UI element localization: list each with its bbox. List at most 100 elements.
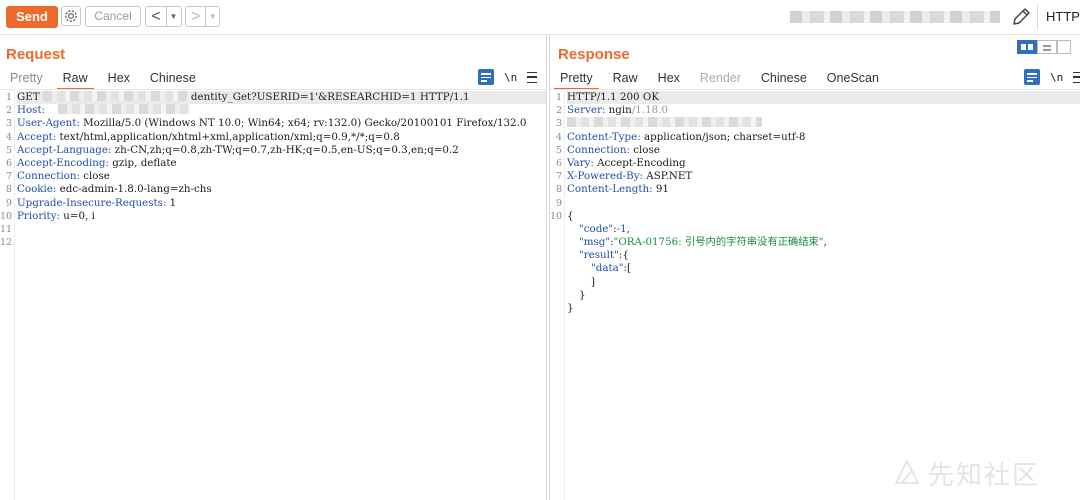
header-value: ASP.NET xyxy=(646,170,693,183)
header-value: Accept-Encoding xyxy=(597,156,686,169)
back-history-dropdown[interactable]: ▼ xyxy=(166,7,180,26)
header-line: Content-Type: application/json; charset=… xyxy=(567,131,1080,144)
line-number: 6 xyxy=(5,157,12,169)
forward-arrow-button[interactable]: > xyxy=(186,8,205,26)
line-number: 5 xyxy=(555,144,562,156)
response-editor[interactable]: 1 2 3 4 5 6 7 8 9 10 HTTP/1.1 200 OK Ser… xyxy=(550,91,1080,500)
header-value: zh-CN,zh;q=0.8,zh-TW;q=0.7,zh-HK;q=0.5,e… xyxy=(114,143,459,156)
json-string: "ORA-01756: 引号内的字符串没有正确结束" xyxy=(613,236,824,249)
show-newlines-toggle[interactable]: \n xyxy=(504,71,517,84)
response-tab-chinese[interactable]: Chinese xyxy=(751,68,817,88)
header-value: application/json; charset=utf-8 xyxy=(643,130,806,143)
header-key: Accept-Encoding: xyxy=(17,156,113,169)
line-number: 2 xyxy=(555,105,562,117)
header-line: Vary: Accept-Encoding xyxy=(567,157,1080,170)
header-value: ngin xyxy=(608,104,632,117)
header-key: Host: xyxy=(17,104,49,117)
response-title: Response xyxy=(558,46,630,63)
response-tab-hex[interactable]: Hex xyxy=(648,68,690,88)
empty-line xyxy=(17,236,546,249)
json-line: } xyxy=(567,302,1080,315)
json-line: "result":{ xyxy=(567,249,1080,262)
redacted-target-host xyxy=(790,11,1000,23)
request-path: dentity_Get?USERID=1'&RESEARCHID=1 HTTP/… xyxy=(190,91,470,103)
header-value: close xyxy=(83,170,110,183)
header-line: Connection: close xyxy=(17,170,546,183)
json-comma: , xyxy=(626,222,630,235)
header-value: gzip, deflate xyxy=(112,156,177,169)
layout-toggle xyxy=(1017,40,1071,54)
header-value: close xyxy=(633,143,660,156)
redacted-header xyxy=(567,117,762,128)
request-tab-chinese[interactable]: Chinese xyxy=(140,68,206,88)
header-value: u=0, i xyxy=(63,209,95,222)
response-tab-onescan[interactable]: OneScan xyxy=(817,68,889,88)
header-line: Connection: close xyxy=(567,144,1080,157)
json-bracket: ] xyxy=(591,275,596,288)
line-number: 12 xyxy=(0,237,13,249)
line-number: 9 xyxy=(555,197,562,209)
header-key: Connection: xyxy=(567,143,634,156)
header-value: 91 xyxy=(655,183,669,196)
header-key: Cookie: xyxy=(17,183,60,196)
json-brace: } xyxy=(579,288,586,301)
line-number: 4 xyxy=(5,131,12,143)
show-newlines-toggle[interactable]: \n xyxy=(1050,71,1063,84)
header-line: Priority: u=0, i xyxy=(17,210,546,223)
split-view-icon[interactable] xyxy=(1017,40,1037,54)
header-key: Upgrade-Insecure-Requests: xyxy=(17,196,170,209)
header-line: Accept-Language: zh-CN,zh;q=0.8,zh-TW;q=… xyxy=(17,144,546,157)
request-tab-pretty[interactable]: Pretty xyxy=(0,68,53,88)
header-key: Connection: xyxy=(17,170,84,183)
line-number: 10 xyxy=(0,210,13,222)
request-editor[interactable]: 1 2 3 4 5 6 7 8 9 10 11 12 GET dentity_G… xyxy=(0,91,546,500)
header-line: Content-Length: 91 xyxy=(567,183,1080,196)
cancel-button[interactable]: Cancel xyxy=(85,6,141,27)
header-value-faded: /1.18.0 xyxy=(631,104,669,117)
request-tab-raw[interactable]: Raw xyxy=(53,68,98,90)
single-view-icon[interactable] xyxy=(1057,40,1071,54)
tab-divider xyxy=(0,89,546,90)
format-icon[interactable] xyxy=(1024,69,1040,85)
response-pane: Response Pretty Raw Hex Render Chinese O… xyxy=(549,35,1080,500)
request-pane: Request Pretty Raw Hex Chinese \n 1 2 3 … xyxy=(0,35,547,500)
response-tab-raw[interactable]: Raw xyxy=(603,68,648,88)
hamburger-menu-icon[interactable] xyxy=(527,71,538,83)
tab-divider xyxy=(550,89,1080,90)
json-line: } xyxy=(567,289,1080,302)
back-arrow-button[interactable]: < xyxy=(146,8,166,26)
header-line: User-Agent: Mozilla/5.0 (Windows NT 10.0… xyxy=(17,117,546,130)
hamburger-menu-icon[interactable] xyxy=(1073,71,1080,83)
json-number: -1 xyxy=(616,222,627,235)
json-key: "code" xyxy=(579,222,614,235)
response-tab-render[interactable]: Render xyxy=(690,68,751,88)
stacked-view-icon[interactable] xyxy=(1037,40,1057,54)
header-value: text/html,application/xhtml+xml,applicat… xyxy=(59,130,400,143)
json-key: "result" xyxy=(579,249,619,262)
send-button[interactable]: Send xyxy=(6,6,58,28)
http-version-label[interactable]: HTTP/ xyxy=(1046,9,1080,24)
line-number: 1 xyxy=(5,92,12,103)
format-icon[interactable] xyxy=(478,69,494,85)
watermark-text: 先知社区 xyxy=(928,461,1041,491)
header-key: Content-Type: xyxy=(567,130,644,143)
header-line: Upgrade-Insecure-Requests: 1 xyxy=(17,197,546,210)
line-number: 10 xyxy=(550,210,563,222)
request-code: GET dentity_Get?USERID=1'&RESEARCHID=1 H… xyxy=(17,91,546,249)
json-line: "code":-1, xyxy=(567,223,1080,236)
json-line: { xyxy=(567,210,1080,223)
header-line: X-Powered-By: ASP.NET xyxy=(567,170,1080,183)
json-brace: { xyxy=(567,209,574,222)
json-brace: { xyxy=(622,249,629,262)
forward-history-dropdown[interactable]: ▼ xyxy=(205,7,219,26)
response-editor-tools: \n xyxy=(1024,69,1080,85)
settings-gear-icon[interactable] xyxy=(61,6,81,26)
request-tab-hex[interactable]: Hex xyxy=(98,68,140,88)
header-key: User-Agent: xyxy=(17,117,84,130)
header-line: Host: xyxy=(17,104,546,117)
header-key: Content-Length: xyxy=(567,183,656,196)
status-text: HTTP/1.1 200 OK xyxy=(567,91,660,103)
edit-pencil-icon[interactable] xyxy=(1010,6,1032,28)
json-key: "msg" xyxy=(579,236,611,249)
response-tab-pretty[interactable]: Pretty xyxy=(550,68,603,90)
